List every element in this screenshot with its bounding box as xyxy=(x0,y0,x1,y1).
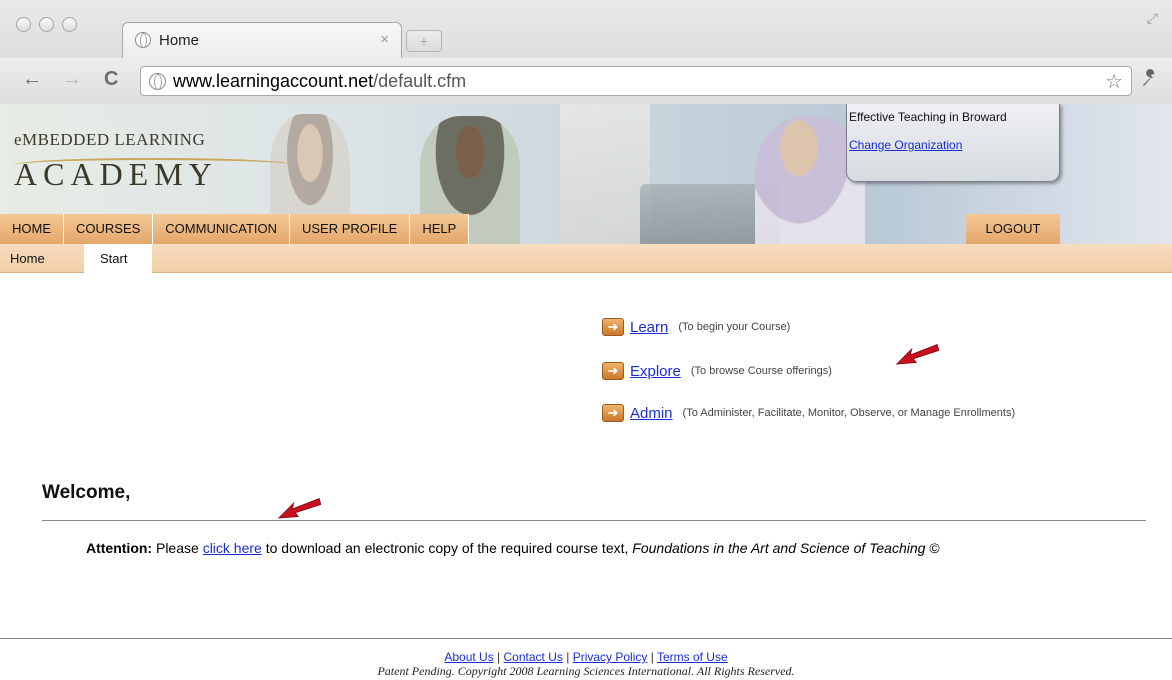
admin-description: (To Administer, Facilitate, Monitor, Obs… xyxy=(682,407,1016,419)
learn-row: ➜ Learn (To begin your Course) xyxy=(602,318,790,336)
footer-links: About Us | Contact Us | Privacy Policy |… xyxy=(0,650,1172,664)
footer-divider xyxy=(0,638,1172,639)
globe-icon xyxy=(149,73,166,90)
arrow-right-icon[interactable]: ➜ xyxy=(602,318,624,336)
close-window-button[interactable] xyxy=(16,17,31,32)
learn-link[interactable]: Learn xyxy=(630,319,668,336)
annotation-arrow-icon xyxy=(895,343,940,365)
zoom-window-button[interactable] xyxy=(62,17,77,32)
logo-swoosh xyxy=(14,158,294,172)
organization-panel: Effective Teaching in Broward Change Org… xyxy=(846,104,1060,182)
privacy-policy-link[interactable]: Privacy Policy xyxy=(573,650,648,664)
nav-communication[interactable]: COMMUNICATION xyxy=(153,214,290,244)
admin-link[interactable]: Admin xyxy=(630,405,673,422)
copyright-text: Patent Pending. Copyright 2008 Learning … xyxy=(377,664,795,678)
main-nav: HOME COURSES COMMUNICATION USER PROFILE … xyxy=(0,214,470,244)
browser-toolbar: ← → C www.learningaccount.net/default.cf… xyxy=(0,58,1172,104)
banner-photo-window xyxy=(560,104,650,244)
minimize-window-button[interactable] xyxy=(39,17,54,32)
wrench-icon[interactable] xyxy=(1140,68,1160,94)
browser-chrome: Home × + ⤢ ← → C www.learningaccount.net… xyxy=(0,0,1172,104)
divider xyxy=(42,520,1146,521)
separator: | xyxy=(566,650,570,664)
learn-description: (To begin your Course) xyxy=(678,321,791,333)
download-link[interactable]: click here xyxy=(203,540,262,556)
explore-link[interactable]: Explore xyxy=(630,363,681,380)
organization-name: Effective Teaching in Broward xyxy=(849,110,1007,124)
window-controls xyxy=(16,17,77,32)
tab-title: Home xyxy=(159,32,200,49)
admin-row: ➜ Admin (To Administer, Facilitate, Moni… xyxy=(602,404,1015,422)
arrow-right-icon[interactable]: ➜ xyxy=(602,404,624,422)
nav-home[interactable]: HOME xyxy=(0,214,64,244)
url-text[interactable]: www.learningaccount.net/default.cfm xyxy=(173,71,466,92)
forward-button[interactable]: → xyxy=(62,69,82,89)
logo-line1: eMBEDDED LEARNING xyxy=(14,130,206,149)
sub-nav: Home Start xyxy=(0,244,1172,273)
attention-text-before: Please xyxy=(155,540,199,556)
copyright-symbol: © xyxy=(929,540,940,556)
attention-text-after: to download an electronic copy of the re… xyxy=(265,540,629,556)
attention-label: Attention: xyxy=(86,540,153,556)
subnav-home[interactable]: Home xyxy=(0,244,84,273)
back-button[interactable]: ← xyxy=(22,69,42,89)
nav-help[interactable]: HELP xyxy=(410,214,470,244)
contact-us-link[interactable]: Contact Us xyxy=(504,650,563,664)
fullscreen-icon[interactable]: ⤢ xyxy=(1147,10,1158,27)
address-bar[interactable]: www.learningaccount.net/default.cfm ☆ xyxy=(140,66,1132,96)
change-organization-link[interactable]: Change Organization xyxy=(849,138,962,152)
explore-description: (To browse Course offerings) xyxy=(690,365,832,377)
subnav-start[interactable]: Start xyxy=(84,244,152,273)
bookmark-star-icon[interactable]: ☆ xyxy=(1105,69,1123,94)
about-us-link[interactable]: About Us xyxy=(444,650,493,664)
logout-button[interactable]: LOGOUT xyxy=(966,214,1060,244)
nav-user-profile[interactable]: USER PROFILE xyxy=(290,214,411,244)
browser-tab[interactable]: Home × xyxy=(122,22,402,58)
nav-courses[interactable]: COURSES xyxy=(64,214,154,244)
separator: | xyxy=(650,650,654,664)
new-tab-button[interactable]: + xyxy=(406,30,442,52)
terms-of-use-link[interactable]: Terms of Use xyxy=(657,650,728,664)
globe-icon xyxy=(135,32,151,48)
attention-message: Attention: Please click here to download… xyxy=(86,540,940,556)
arrow-right-icon[interactable]: ➜ xyxy=(602,362,624,380)
welcome-heading: Welcome, xyxy=(42,482,131,503)
reload-button[interactable]: C xyxy=(104,69,118,89)
book-title: Foundations in the Art and Science of Te… xyxy=(632,540,926,556)
tab-close-icon[interactable]: × xyxy=(380,31,389,48)
explore-row: ➜ Explore (To browse Course offerings) xyxy=(602,362,832,380)
site-logo[interactable]: eMBEDDED LEARNING ACADEMY xyxy=(14,130,294,193)
separator: | xyxy=(497,650,501,664)
